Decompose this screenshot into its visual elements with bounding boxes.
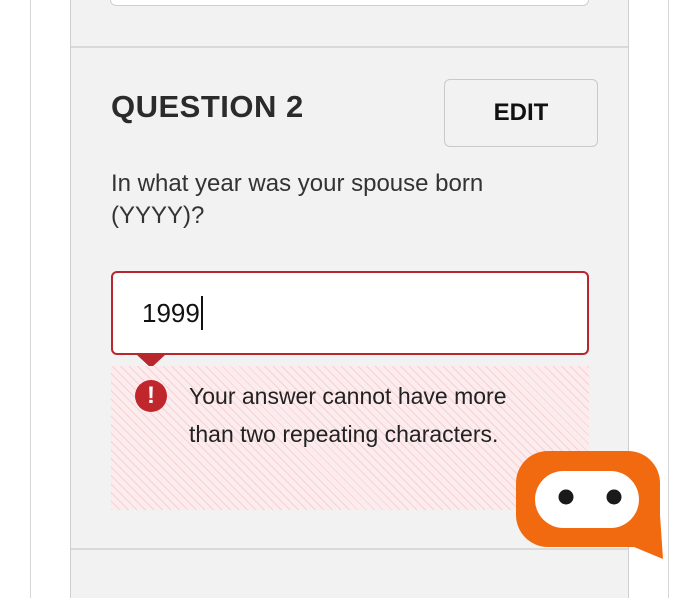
question-prompt: In what year was your spouse born (YYYY)… <box>111 170 484 229</box>
answer-value: 1999 <box>142 297 200 328</box>
previous-answer-field[interactable] <box>110 0 589 6</box>
answer-input[interactable]: 1999 <box>111 271 589 355</box>
exclamation-icon: ! <box>135 380 167 412</box>
edit-button[interactable]: EDIT <box>444 79 598 147</box>
chatbot-icon[interactable] <box>516 451 663 559</box>
question-title: QUESTION 2 <box>111 89 304 124</box>
error-message: Your answer cannot have more than two re… <box>189 383 507 447</box>
text-caret <box>200 296 203 330</box>
section-divider <box>71 46 628 48</box>
